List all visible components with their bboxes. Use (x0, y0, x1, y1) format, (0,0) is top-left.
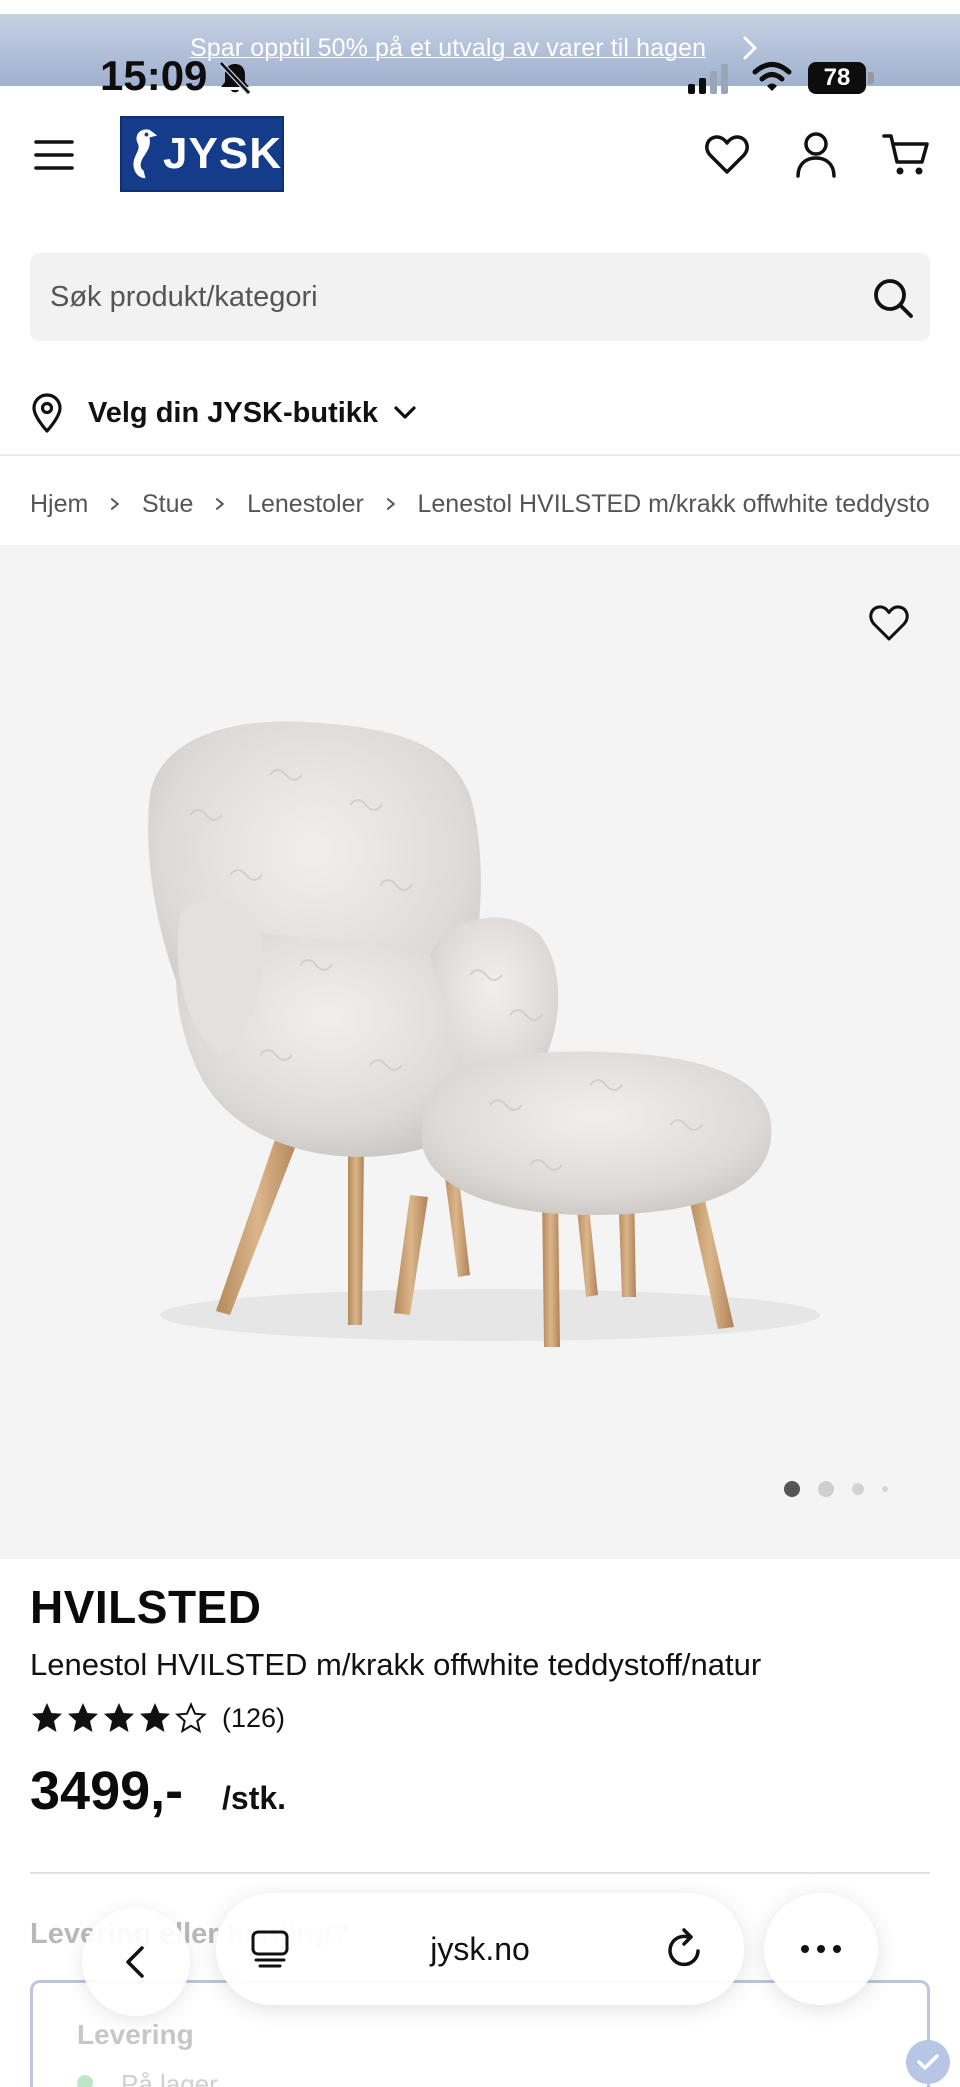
bell-muted-icon (219, 61, 251, 95)
hamburger-menu-icon[interactable] (34, 138, 74, 172)
gallery-pagination (784, 1479, 906, 1499)
user-account-icon[interactable] (794, 130, 838, 178)
star-filled-icon (68, 1703, 98, 1732)
delivery-option-label: Levering (77, 2019, 194, 2050)
browser-address-bar[interactable]: jysk.no (216, 1893, 744, 2005)
store-selector[interactable]: Velg din JYSK-butikk (30, 388, 418, 438)
product-rating[interactable]: (126) (30, 1698, 285, 1738)
chevron-right-icon (111, 498, 120, 510)
promo-link[interactable]: Spar opptil 50% på et utvalg av varer ti… (190, 34, 706, 63)
gallery-dot[interactable] (882, 1486, 888, 1492)
product-image-gallery[interactable] (0, 545, 960, 1559)
chevron-right-icon (743, 36, 757, 60)
gallery-dot-active[interactable] (784, 1481, 800, 1497)
reload-icon[interactable] (664, 1927, 706, 1971)
location-pin-icon (32, 393, 62, 433)
heart-wishlist-icon[interactable] (704, 132, 750, 178)
shopping-cart-icon[interactable] (882, 132, 930, 178)
goose-logo-icon (133, 129, 158, 179)
breadcrumb-lenestoler[interactable]: Lenestoler (247, 490, 364, 519)
wifi-icon (752, 62, 792, 91)
product-brand: HVILSTED (30, 1581, 262, 1633)
browser-back-button[interactable] (82, 1908, 190, 2016)
battery-level: 78 (808, 62, 866, 94)
star-empty-icon (175, 1701, 207, 1734)
chevron-right-icon (386, 498, 396, 510)
product-price: 3499,- (30, 1761, 184, 1821)
status-time: 15:09 (100, 52, 208, 99)
stock-status-dot (77, 2075, 93, 2087)
stock-status-label: På lager (121, 2069, 218, 2087)
search-bar[interactable] (30, 253, 930, 341)
product-name: Lenestol HVILSTED m/krakk offwhite teddy… (30, 1647, 762, 1682)
battery-indicator: 78 (808, 62, 874, 94)
search-icon[interactable] (872, 277, 914, 319)
price-unit: /stk. (222, 1780, 287, 1816)
review-count[interactable]: (126) (222, 1703, 285, 1734)
chevron-left-icon (126, 1946, 144, 1978)
browser-more-button[interactable] (764, 1893, 878, 2005)
signal-icon (688, 64, 728, 94)
breadcrumb-home[interactable]: Hjem (30, 490, 88, 519)
star-filled-icon (140, 1703, 170, 1732)
jysk-logo[interactable]: JYSK (120, 116, 284, 192)
chevron-down-icon (394, 406, 416, 419)
star-filled-icon (104, 1703, 134, 1732)
heart-favorite-icon[interactable] (868, 603, 910, 643)
header-divider (0, 454, 960, 456)
breadcrumb: Hjem Stue Lenestoler Lenestol HVILSTED m… (30, 484, 930, 524)
more-options-icon (801, 1945, 841, 1953)
gallery-dot[interactable] (818, 1481, 834, 1497)
chevron-right-icon (216, 498, 225, 510)
star-filled-icon (32, 1703, 62, 1732)
product-image-armchair-with-footstool (148, 721, 820, 1347)
check-icon (906, 2040, 950, 2084)
search-input[interactable] (50, 253, 830, 341)
gallery-dot[interactable] (852, 1483, 864, 1495)
breadcrumb-stue[interactable]: Stue (142, 490, 193, 519)
logo-wordmark: JYSK (163, 129, 282, 178)
section-divider (30, 1872, 930, 1874)
breadcrumb-current: Lenestol HVILSTED m/krakk offwhite teddy… (417, 489, 931, 518)
battery-cap (868, 72, 874, 84)
store-selector-label: Velg din JYSK-butikk (88, 396, 379, 429)
